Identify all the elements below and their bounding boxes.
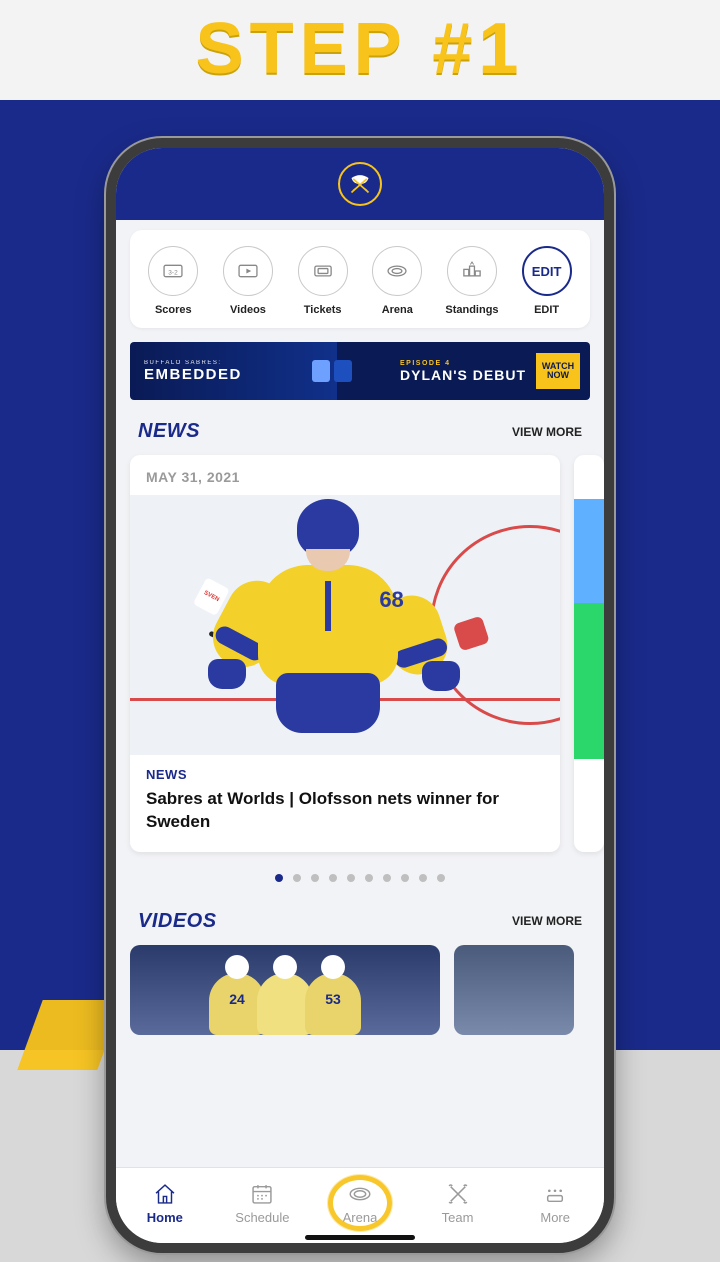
quicknav-tickets[interactable]: Tickets xyxy=(289,246,357,316)
step-heading: STEP #1 xyxy=(0,0,720,90)
arena-icon xyxy=(372,246,422,296)
video-card-peek[interactable] xyxy=(454,945,574,1035)
videos-section-header: VIDEOS VIEW MORE xyxy=(116,906,604,945)
carousel-dot[interactable] xyxy=(401,874,409,882)
carousel-dot[interactable] xyxy=(275,874,283,882)
tickets-icon xyxy=(298,246,348,296)
main-scroll[interactable]: 3-2 Scores Videos Tickets Arena xyxy=(116,220,604,1167)
banner-episode-label: EPISODE 4 xyxy=(400,360,526,367)
quicknav-standings[interactable]: Standings xyxy=(438,246,506,316)
svg-text:3-2: 3-2 xyxy=(169,269,179,276)
banner-sponsor-icon xyxy=(312,360,352,382)
view-more-link[interactable]: VIEW MORE xyxy=(512,914,582,928)
news-carousel[interactable]: MAY 31, 2021 SVEN xyxy=(116,455,604,852)
quicknav-label: Videos xyxy=(230,304,266,316)
section-title: NEWS xyxy=(138,420,200,443)
home-icon xyxy=(152,1181,178,1207)
scores-icon: 3-2 xyxy=(148,246,198,296)
video-card[interactable]: 24 53 xyxy=(130,945,440,1035)
team-logo-icon xyxy=(338,162,382,206)
calendar-icon xyxy=(249,1181,275,1207)
tab-label: Arena xyxy=(343,1210,378,1225)
standings-icon xyxy=(447,246,497,296)
tab-label: More xyxy=(540,1210,570,1225)
tab-team[interactable]: Team xyxy=(409,1181,507,1225)
edit-icon: EDIT xyxy=(522,246,572,296)
section-title: VIDEOS xyxy=(138,910,217,933)
tab-more[interactable]: More xyxy=(506,1181,604,1225)
carousel-dot[interactable] xyxy=(437,874,445,882)
quicknav-label: Arena xyxy=(382,304,413,316)
carousel-dot[interactable] xyxy=(419,874,427,882)
carousel-dot[interactable] xyxy=(365,874,373,882)
carousel-dot[interactable] xyxy=(347,874,355,882)
news-tag: NEWS xyxy=(146,767,544,782)
quicknav-label: Tickets xyxy=(304,304,342,316)
promo-banner[interactable]: BUFFALO SABRES: EMBEDDED EPISODE 4 DYLAN… xyxy=(130,342,590,400)
tab-home[interactable]: Home xyxy=(116,1181,214,1225)
quicknav-label: Standings xyxy=(445,304,498,316)
news-section-header: NEWS VIEW MORE xyxy=(116,416,604,455)
banner-episode-title: DYLAN'S DEBUT xyxy=(400,367,526,383)
watch-now-badge: WATCHNOW xyxy=(536,353,580,389)
carousel-dot[interactable] xyxy=(311,874,319,882)
quicknav-scores[interactable]: 3-2 Scores xyxy=(139,246,207,316)
view-more-link[interactable]: VIEW MORE xyxy=(512,425,582,439)
tab-label: Team xyxy=(442,1210,474,1225)
quicknav-label: Scores xyxy=(155,304,192,316)
videos-icon xyxy=(223,246,273,296)
tab-label: Schedule xyxy=(235,1210,289,1225)
arena-icon xyxy=(347,1181,373,1207)
news-image: SVEN 68 xyxy=(130,495,560,755)
news-headline: Sabres at Worlds | Olofsson nets winner … xyxy=(146,788,544,834)
tab-bar: Home Schedule Arena Team More xyxy=(116,1167,604,1243)
carousel-dots[interactable] xyxy=(116,852,604,906)
carousel-dot[interactable] xyxy=(293,874,301,882)
carousel-dot[interactable] xyxy=(383,874,391,882)
team-icon xyxy=(445,1181,471,1207)
hockey-player-icon: SVEN 68 xyxy=(258,565,398,685)
tab-label: Home xyxy=(147,1210,183,1225)
videos-row[interactable]: 24 53 xyxy=(116,945,604,1035)
home-indicator xyxy=(305,1235,415,1240)
quicknav-label: EDIT xyxy=(534,304,559,316)
news-card-peek[interactable] xyxy=(574,455,604,852)
stage: STEP #1 3-2 Scores Videos xyxy=(0,0,720,1262)
tab-arena[interactable]: Arena xyxy=(311,1181,409,1225)
quicknav-arena[interactable]: Arena xyxy=(363,246,431,316)
quick-nav: 3-2 Scores Videos Tickets Arena xyxy=(130,230,590,328)
tab-schedule[interactable]: Schedule xyxy=(214,1181,312,1225)
news-date: MAY 31, 2021 xyxy=(130,455,560,495)
app-header xyxy=(116,148,604,220)
carousel-dot[interactable] xyxy=(329,874,337,882)
more-icon xyxy=(542,1181,568,1207)
quicknav-edit[interactable]: EDIT EDIT xyxy=(513,246,581,316)
quicknav-videos[interactable]: Videos xyxy=(214,246,282,316)
phone-frame: 3-2 Scores Videos Tickets Arena xyxy=(106,138,614,1253)
news-card[interactable]: MAY 31, 2021 SVEN xyxy=(130,455,560,852)
